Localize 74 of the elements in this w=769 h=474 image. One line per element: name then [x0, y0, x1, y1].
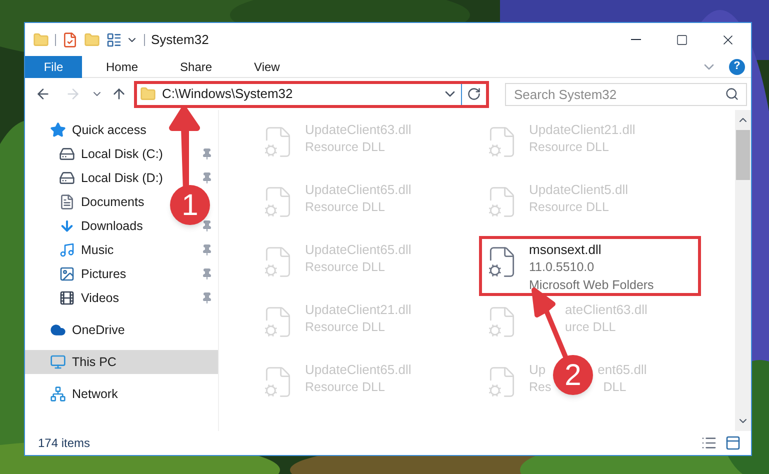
file-detail: urce DLL — [565, 320, 616, 334]
pin-icon[interactable] — [201, 268, 213, 280]
file-name: UpdateClient65.dll — [305, 242, 412, 257]
file-name: Up — [529, 362, 546, 377]
pin-icon[interactable] — [201, 244, 213, 256]
nav-item[interactable]: Pictures — [25, 262, 165, 286]
scrollbar[interactable] — [735, 110, 751, 431]
file-name: UpdateClient21.dll — [529, 122, 636, 137]
search-icon[interactable] — [725, 86, 739, 100]
picture-icon — [59, 266, 75, 282]
nav-item[interactable]: Network — [25, 382, 218, 406]
nav-item[interactable]: Local Disk (D:) — [25, 166, 165, 190]
file-name: ateClient63.dll — [565, 302, 648, 317]
help-button[interactable]: ? — [729, 58, 745, 74]
file-name: UpdateClient21.dll — [305, 302, 412, 317]
ribbon-tab[interactable]: Home — [91, 56, 154, 78]
document-icon — [59, 194, 75, 210]
file-detail: Resource DLL — [529, 200, 609, 214]
nav-item[interactable]: Videos — [25, 286, 165, 310]
cloud-icon — [50, 322, 66, 338]
file-detail: Resource DLL — [305, 260, 385, 274]
scroll-thumb[interactable] — [736, 130, 750, 180]
address-bar[interactable]: C:\Windows\System32 — [134, 80, 489, 108]
item-count: 174 items — [38, 435, 90, 452]
window-title: System32 — [151, 30, 209, 49]
drive-icon — [59, 170, 75, 186]
file-detail: Microsoft Web Folders — [529, 278, 654, 292]
file-name: UpdateClient63.dll — [305, 122, 412, 137]
pin-icon[interactable] — [201, 292, 213, 304]
file-name: UpdateClient5.dll — [529, 182, 628, 197]
up-icon[interactable] — [111, 86, 127, 102]
pin-icon[interactable] — [201, 220, 213, 232]
folder-icon — [140, 86, 156, 102]
search-field[interactable]: Search System32 — [505, 82, 747, 106]
view-icon[interactable] — [106, 32, 122, 48]
file-name: ent65.dll — [598, 362, 647, 377]
nav-item[interactable]: Music — [25, 238, 165, 262]
monitor-icon — [50, 354, 66, 370]
back-icon[interactable] — [35, 86, 51, 102]
selection-frame[interactable]: msonsext.dll 11.0.5510.0 Microsoft Web Folders — [479, 236, 701, 296]
file-name: UpdateClient65.dll — [305, 362, 412, 377]
file-name: msonsext.dll — [529, 242, 602, 257]
file-detail: Resource DLL — [305, 320, 385, 334]
large-icons-view-icon[interactable] — [725, 435, 741, 451]
pin-icon[interactable] — [201, 148, 213, 160]
nav-item[interactable]: Local Disk (C:) — [25, 142, 165, 166]
pin-icon[interactable] — [201, 172, 213, 184]
properties-icon[interactable] — [62, 32, 78, 48]
minimize-icon — [631, 39, 641, 40]
film-icon — [59, 290, 75, 306]
file-detail: DLL — [603, 380, 626, 394]
file-detail: Resource DLL — [305, 140, 385, 154]
drive-icon — [59, 146, 75, 162]
nav-item[interactable]: Quick access — [25, 118, 218, 142]
ribbon-tab[interactable]: View — [239, 56, 295, 78]
file-detail: Resource DLL — [529, 140, 609, 154]
maximize-icon — [676, 34, 688, 46]
nav-item[interactable]: Downloads — [25, 214, 165, 238]
address-path: C:\Windows\System32 — [162, 85, 294, 104]
file-detail: Resource DLL — [305, 380, 385, 394]
nav-item[interactable]: OneDrive — [25, 318, 218, 342]
network-icon — [50, 386, 66, 402]
ribbon-tab[interactable]: File — [25, 56, 82, 78]
file-detail: Res — [529, 380, 552, 394]
music-note-icon — [59, 242, 75, 258]
refresh-icon[interactable] — [467, 87, 481, 101]
ribbon-tab[interactable]: Share — [165, 56, 228, 78]
file-detail: Resource DLL — [305, 200, 385, 214]
nav-item[interactable]: Documents — [25, 190, 165, 214]
star-icon — [50, 122, 66, 138]
file-name: UpdateClient65.dll — [305, 182, 412, 197]
nav-item[interactable]: This PC — [25, 350, 218, 374]
file-detail: 11.0.5510.0 — [529, 260, 594, 274]
details-view-icon[interactable] — [701, 435, 717, 451]
